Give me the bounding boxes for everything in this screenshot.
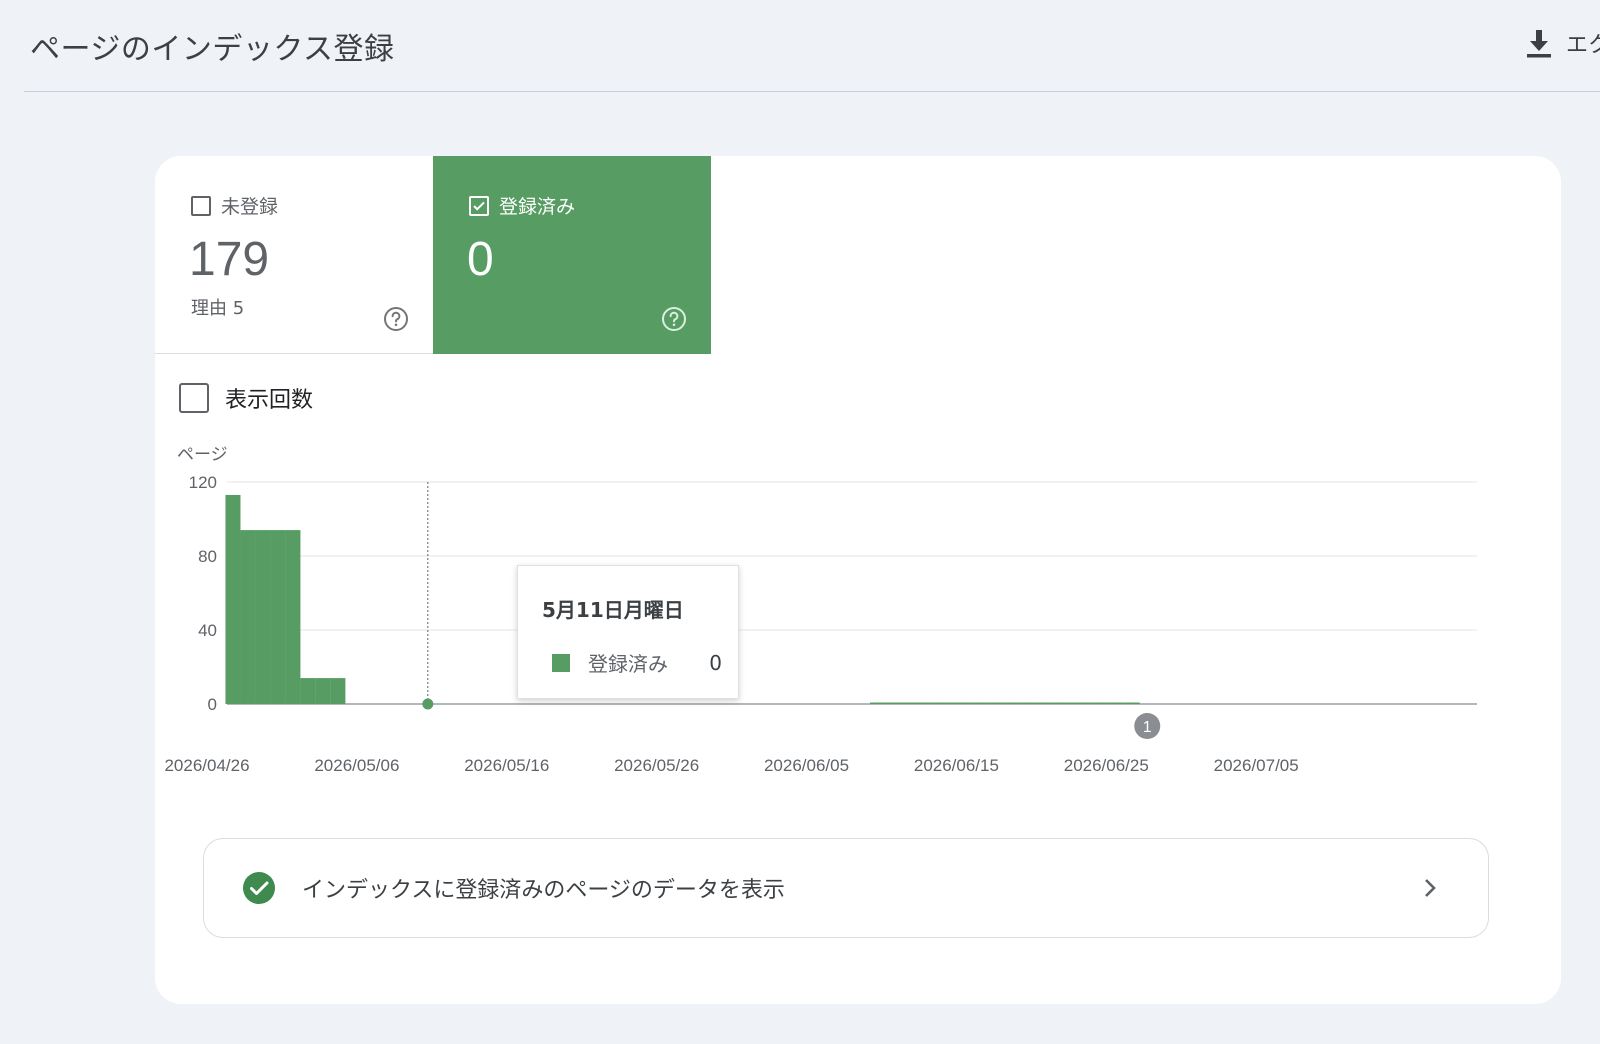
x-tick-label: 2026/05/16 — [464, 756, 549, 775]
page-header: ページのインデックス登録 エク — [24, 0, 1600, 92]
y-axis-title: ページ — [177, 445, 228, 465]
impressions-label: 表示回数 — [225, 388, 314, 413]
bar — [1079, 702, 1095, 704]
bar — [270, 530, 286, 704]
chevron-right-icon — [1425, 879, 1436, 897]
metric-unindexed-value: 179 — [189, 233, 270, 286]
view-indexed-pages-label: インデックスに登録済みのページのデータを表示 — [302, 878, 785, 903]
check-icon — [473, 201, 485, 211]
bar — [1124, 702, 1140, 704]
bar — [300, 678, 316, 704]
x-tick-label: 2026/07/05 — [1214, 756, 1299, 775]
bar — [1109, 702, 1125, 704]
bar — [974, 702, 990, 704]
impressions-checkbox[interactable] — [179, 383, 209, 413]
bar — [225, 494, 241, 704]
bar — [315, 678, 331, 704]
bar — [1049, 702, 1065, 704]
bar — [1064, 702, 1080, 704]
export-label: エク — [1566, 33, 1600, 58]
y-tick-label: 0 — [208, 695, 217, 714]
tooltip-series: 登録済み — [588, 652, 668, 676]
bar — [959, 702, 975, 704]
hover-point — [422, 698, 434, 710]
y-tick-label: 120 — [189, 473, 217, 492]
y-tick-label: 40 — [198, 621, 217, 640]
x-tick-label: 2026/06/25 — [1064, 756, 1149, 775]
indexing-report-card: 未登録 179 理由 5 登録済み 0 表示回数 ページ 0 40 80 120… — [155, 156, 1561, 1004]
tooltip-swatch — [552, 653, 570, 672]
bar — [240, 530, 256, 704]
indexed-checkbox[interactable] — [469, 195, 489, 216]
unindexed-checkbox[interactable] — [191, 195, 211, 216]
bar — [869, 702, 885, 704]
x-tick-label: 2026/05/26 — [614, 756, 699, 775]
chart-tooltip: 5月11日月曜日 登録済み 0 — [517, 565, 739, 699]
bar — [929, 702, 945, 704]
help-icon[interactable] — [661, 306, 687, 332]
export-button[interactable]: エク — [1526, 26, 1600, 60]
bar — [884, 702, 900, 704]
x-tick-label: 2026/04/26 — [164, 756, 249, 775]
help-icon[interactable] — [383, 306, 409, 332]
bar — [899, 702, 915, 704]
y-tick-label: 80 — [198, 547, 217, 566]
bar — [944, 702, 960, 704]
bar — [1019, 702, 1035, 704]
x-tick-label: 2026/05/06 — [314, 756, 399, 775]
download-icon — [1527, 30, 1551, 58]
metric-unindexed[interactable]: 未登録 179 理由 5 — [155, 156, 433, 354]
bar — [1094, 702, 1110, 704]
chart-svg: ページ 0 40 80 120 2026/04/26 2026/05/06 2026/05/1… — [164, 445, 1477, 775]
annotation-label: 1 — [1143, 719, 1152, 736]
bar — [285, 530, 301, 704]
x-tick-label: 2026/06/15 — [914, 756, 999, 775]
metric-unindexed-reasons: 理由 5 — [191, 298, 245, 319]
impressions-toggle[interactable]: 表示回数 — [179, 382, 313, 414]
tooltip-value: 0 — [709, 650, 722, 675]
bar — [989, 702, 1005, 704]
metric-indexed-value: 0 — [467, 233, 494, 286]
view-indexed-pages-link[interactable]: インデックスに登録済みのページのデータを表示 — [203, 838, 1489, 938]
metric-indexed-label: 登録済み — [499, 196, 576, 218]
page-title: ページのインデックス登録 — [30, 32, 395, 67]
indexing-chart: ページ 0 40 80 120 2026/04/26 2026/05/06 2026/05/1… — [155, 436, 1561, 796]
metric-indexed[interactable]: 登録済み 0 — [433, 156, 711, 354]
bar — [1004, 702, 1020, 704]
bar — [330, 678, 346, 704]
tooltip-date: 5月11日月曜日 — [542, 598, 684, 622]
bar — [914, 702, 930, 704]
check-circle-icon — [243, 872, 275, 904]
metric-unindexed-label: 未登録 — [221, 196, 279, 218]
bar — [255, 530, 271, 704]
bar — [1034, 702, 1050, 704]
x-tick-label: 2026/06/05 — [764, 756, 849, 775]
